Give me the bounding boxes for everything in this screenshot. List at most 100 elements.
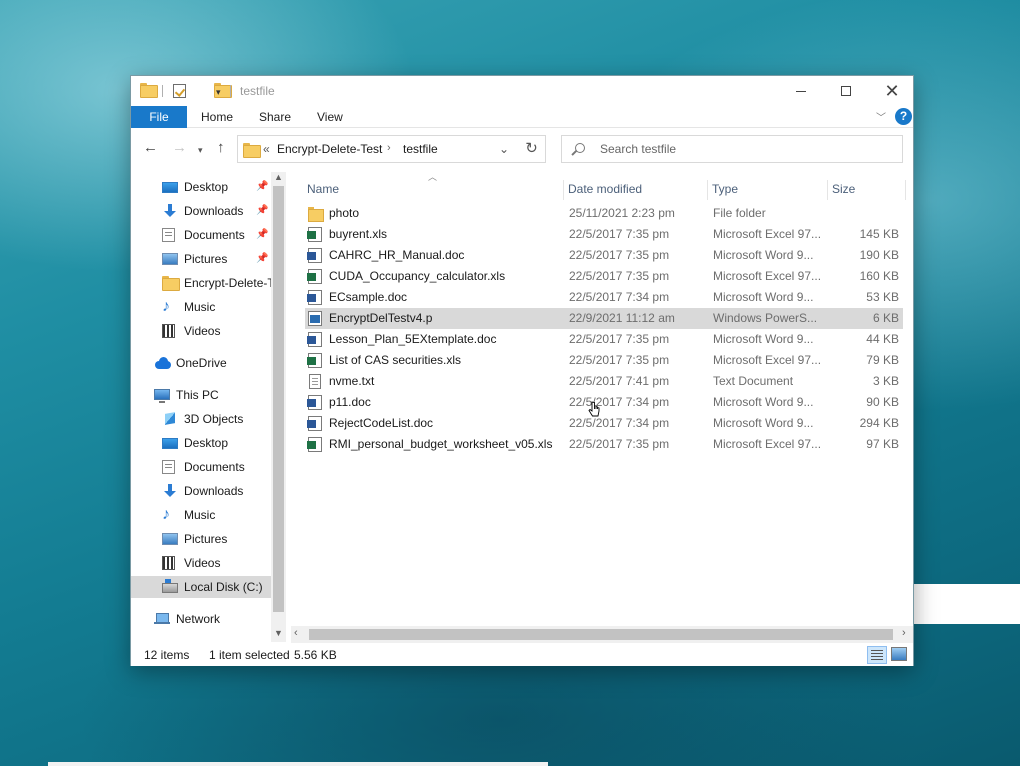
file-row[interactable]: Lesson_Plan_5EXtemplate.doc 22/5/2017 7:3… — [305, 329, 903, 350]
file-row[interactable]: RejectCodeList.doc 22/5/2017 7:34 pm Micro… — [305, 413, 903, 434]
sidebar-item[interactable]: Encrypt-Delete-Test — [131, 272, 271, 294]
column-divider[interactable] — [563, 180, 564, 200]
minimize-icon — [796, 90, 806, 92]
file-type: File folder — [713, 206, 766, 220]
scroll-down-icon[interactable]: ▼ — [274, 628, 283, 638]
back-arrow-icon[interactable]: ← — [143, 140, 158, 156]
sidebar-item[interactable]: Documents — [131, 456, 271, 478]
file-size: 97 KB — [866, 437, 899, 451]
window-title: testfile — [240, 84, 275, 98]
horizontal-scrollbar[interactable]: ‹ › — [291, 626, 913, 643]
sidebar-item[interactable]: OneDrive — [131, 352, 271, 374]
file-row[interactable]: List of CAS securities.xls 22/5/2017 7:35… — [305, 350, 903, 371]
sidebar-item-label: 3D Objects — [184, 412, 244, 426]
file-size: 294 KB — [859, 416, 899, 430]
file-type: Microsoft Excel 97... — [713, 269, 821, 283]
column-divider[interactable] — [827, 180, 828, 200]
column-header-size[interactable]: Size — [832, 177, 855, 201]
column-divider[interactable] — [905, 180, 906, 200]
word-file-icon — [307, 248, 322, 263]
sidebar-item[interactable]: ♪ Music — [131, 504, 271, 526]
file-date-modified: 22/5/2017 7:34 pm — [569, 416, 670, 430]
help-icon[interactable]: ? — [895, 108, 912, 125]
file-name: Lesson_Plan_5EXtemplate.doc — [329, 332, 497, 346]
recent-locations-icon[interactable]: ▾ — [198, 142, 203, 158]
forward-arrow-icon[interactable]: → — [172, 140, 187, 156]
customize-toolbar-icon[interactable]: ▾ — [216, 87, 221, 103]
breadcrumb-encrypt-delete-test[interactable]: Encrypt-Delete-Test — [277, 142, 382, 156]
folder-icon — [140, 83, 158, 98]
nav-pane-scrollbar[interactable]: ▲ ▼ — [271, 172, 286, 642]
sidebar-item[interactable]: ♪ Music — [131, 296, 271, 318]
properties-icon[interactable] — [173, 84, 186, 98]
sidebar-item[interactable]: Videos — [131, 320, 271, 342]
search-input[interactable] — [600, 141, 890, 157]
file-type: Microsoft Word 9... — [713, 416, 814, 430]
scroll-up-icon[interactable]: ▲ — [274, 172, 283, 182]
refresh-button[interactable]: ↻ — [518, 135, 546, 163]
sidebar-item[interactable]: Network — [131, 608, 271, 630]
file-row[interactable]: RMI_personal_budget_worksheet_v05.xls 22/… — [305, 434, 903, 455]
file-row[interactable]: CUDA_Occupancy_calculator.xls 22/5/2017 7… — [305, 266, 903, 287]
file-date-modified: 22/5/2017 7:41 pm — [569, 374, 670, 388]
file-row[interactable]: CAHRC_HR_Manual.doc 22/5/2017 7:35 pm Micr… — [305, 245, 903, 266]
sidebar-item[interactable]: Videos — [131, 552, 271, 574]
search-box[interactable] — [561, 135, 903, 163]
file-row[interactable]: ECsample.doc 22/5/2017 7:34 pm Microsoft W… — [305, 287, 903, 308]
breadcrumb-testfile[interactable]: testfile — [403, 142, 438, 156]
large-icons-view-icon[interactable] — [891, 647, 907, 661]
tab-home[interactable]: Home — [201, 106, 233, 128]
file-row[interactable]: nvme.txt 22/5/2017 7:41 pm Text Document 3 … — [305, 371, 903, 392]
file-row[interactable]: EncryptDelTestv4.p 22/9/2021 11:12 am Wind… — [305, 308, 903, 329]
details-view-icon[interactable] — [867, 646, 887, 664]
close-button[interactable]: ✕ — [869, 76, 915, 106]
sidebar-item[interactable]: Pictures 📌 — [131, 248, 271, 270]
sidebar-item-label: Pictures — [184, 532, 228, 546]
sidebar-item[interactable]: Desktop — [131, 432, 271, 454]
sidebar-item-label: Music — [184, 300, 216, 314]
sidebar-item[interactable]: Desktop 📌 — [131, 176, 271, 198]
maximize-button[interactable] — [823, 76, 869, 106]
file-name: RejectCodeList.doc — [329, 416, 434, 430]
sidebar-item[interactable]: Downloads 📌 — [131, 200, 271, 222]
ribbon-tabs: File Home Share View ﹀ ? — [131, 106, 913, 128]
file-row[interactable]: p11.doc 22/5/2017 7:34 pm Microsoft Word 9… — [305, 392, 903, 413]
breadcrumb-separator-icon[interactable]: › — [387, 142, 391, 154]
this-pc-icon — [154, 389, 170, 403]
address-overflow-icon[interactable]: « — [263, 142, 270, 156]
column-header-name[interactable]: Name — [307, 177, 339, 201]
sidebar-item[interactable]: Downloads — [131, 480, 271, 502]
sidebar-item[interactable]: Local Disk (C:) — [131, 576, 271, 598]
sidebar-item[interactable]: 3D Objects — [131, 408, 271, 430]
column-divider[interactable] — [707, 180, 708, 200]
file-row[interactable]: photo 25/11/2021 2:23 pm File folder — [305, 203, 903, 224]
tab-share[interactable]: Share — [259, 106, 291, 128]
sidebar-item[interactable]: Documents 📌 — [131, 224, 271, 246]
file-row[interactable]: buyrent.xls 22/5/2017 7:35 pm Microsoft Ex… — [305, 224, 903, 245]
column-header-date-modified[interactable]: Date modified — [568, 177, 642, 201]
up-arrow-icon[interactable]: ↑ — [217, 140, 225, 156]
scroll-left-icon[interactable]: ‹ — [294, 627, 298, 639]
address-bar[interactable]: « Encrypt-Delete-Test › testfile ⌄ — [237, 135, 546, 163]
file-date-modified: 22/5/2017 7:34 pm — [569, 290, 670, 304]
text-file-icon — [309, 374, 321, 389]
nav-pane-scroll-thumb[interactable] — [273, 186, 284, 612]
sidebar-item-label: This PC — [176, 388, 219, 402]
file-date-modified: 22/5/2017 7:35 pm — [569, 248, 670, 262]
minimize-button[interactable] — [778, 76, 824, 106]
3d-objects-icon — [162, 412, 178, 426]
sidebar-item[interactable]: This PC — [131, 384, 271, 406]
pictures-icon — [162, 253, 178, 265]
scroll-right-icon[interactable]: › — [902, 627, 906, 639]
local-disk-icon — [162, 579, 178, 593]
expand-ribbon-icon[interactable]: ﹀ — [876, 109, 886, 124]
sidebar-item[interactable]: Pictures — [131, 528, 271, 550]
tab-file[interactable]: File — [131, 106, 187, 128]
horizontal-scroll-thumb[interactable] — [309, 629, 893, 640]
address-dropdown-icon[interactable]: ⌄ — [499, 142, 509, 156]
column-header-type[interactable]: Type — [712, 177, 738, 201]
onedrive-icon — [154, 356, 172, 370]
tab-view[interactable]: View — [317, 106, 343, 128]
file-type: Microsoft Excel 97... — [713, 227, 821, 241]
toolbar-separator — [230, 85, 231, 97]
